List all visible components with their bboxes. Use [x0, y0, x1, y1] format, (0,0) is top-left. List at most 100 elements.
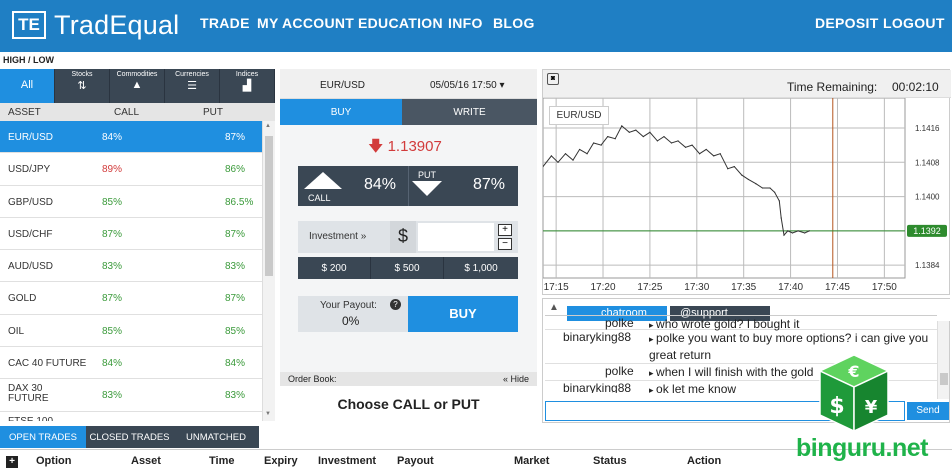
price-point	[684, 146, 687, 148]
price-chart[interactable]: 17:15 17:20 17:25 17:30 17:35 17:40 17:45 17:50…	[543, 98, 949, 295]
put-button[interactable]: PUT 87%	[408, 166, 518, 206]
triangle-up-icon	[304, 172, 342, 189]
scrollbar-thumb[interactable]	[265, 136, 273, 276]
y-tick-label: 1.1416	[915, 124, 940, 133]
column-investment: Investment	[318, 455, 377, 467]
asset-call-payout: 84%	[102, 132, 123, 143]
nav-blog[interactable]: BLOG	[493, 15, 535, 31]
column-asset: Asset	[131, 455, 161, 467]
buy-button[interactable]: BUY	[408, 296, 518, 332]
logo-mark: TE	[12, 11, 46, 39]
expand-icon[interactable]: +	[6, 456, 18, 468]
asset-row[interactable]: USD/JPY 89% 86%	[0, 153, 262, 186]
nav-info[interactable]: INFO	[448, 15, 483, 31]
asset-put-payout: 86%	[225, 164, 246, 176]
asset-category-tabs: All Stocks ⇅ Commodities ▲ Currencies ☰ …	[0, 69, 275, 103]
nav-trade[interactable]: TRADE	[200, 15, 250, 31]
asset-name: EUR/USD	[8, 132, 54, 143]
nav-education[interactable]: EDUCATION	[358, 15, 443, 31]
scroll-up-icon[interactable]: ▲	[265, 123, 271, 129]
increment-icon[interactable]: +	[498, 224, 512, 236]
preset-200-button[interactable]: $ 200	[298, 257, 371, 279]
chat-username[interactable]: binaryking88	[563, 381, 631, 393]
category-tab-commodities[interactable]: Commodities ▲	[110, 69, 165, 103]
price-point	[593, 142, 595, 144]
x-tick-label: 17:25	[637, 282, 662, 293]
asset-row[interactable]: DAX 30 FUTURE 83% 83%	[0, 379, 262, 412]
asset-row[interactable]: USD/CHF 87% 87%	[0, 217, 262, 251]
asset-put-payout: 84%	[225, 358, 246, 370]
tab-buy[interactable]: BUY	[280, 99, 402, 125]
arrow-down-icon: 🡇	[368, 138, 384, 155]
chat-username[interactable]: polke	[605, 316, 634, 330]
tab-closed-trades[interactable]: CLOSED TRADES	[86, 426, 173, 448]
asset-put-payout: 86.5%	[225, 196, 254, 208]
decrement-icon[interactable]: −	[498, 238, 512, 250]
investment-input[interactable]	[418, 223, 494, 251]
x-tick-label: 17:40	[778, 282, 803, 293]
price-point	[778, 200, 780, 202]
column-option: Option	[36, 455, 72, 467]
asset-row[interactable]: OIL 85% 85%	[0, 314, 262, 348]
chat-username[interactable]: polke	[605, 364, 634, 378]
tab-write[interactable]: WRITE	[402, 99, 537, 125]
price-point	[733, 165, 735, 168]
category-label: Currencies	[175, 71, 209, 78]
chat-scrollbar-thumb[interactable]	[940, 373, 948, 385]
asset-row[interactable]: CAC 40 FUTURE 84% 84%	[0, 347, 262, 380]
asset-name: DAX 30 FUTURE	[8, 383, 49, 405]
asset-row[interactable]: GBP/USD 85% 86.5%	[0, 185, 262, 218]
asset-row[interactable]: FTSE 100	[0, 411, 262, 421]
plot-area	[543, 98, 906, 279]
payout-label: Your Payout:	[320, 300, 377, 311]
nav-my-account[interactable]: MY ACCOUNT	[257, 15, 354, 31]
tab-open-trades[interactable]: OPEN TRADES	[0, 426, 86, 448]
payout-value: 0%	[342, 314, 360, 328]
y-tick-label: 1.1408	[915, 158, 940, 167]
top-navigation-bar: TE TradEqual TRADE MY ACCOUNT EDUCATION …	[0, 0, 952, 52]
nav-deposit[interactable]: DEPOSIT	[815, 15, 879, 31]
nav-logout[interactable]: LOGOUT	[883, 15, 945, 31]
hide-order-book-link[interactable]: « Hide	[503, 374, 529, 384]
asset-name: USD/JPY	[8, 164, 51, 176]
scroll-down-icon[interactable]: ▼	[265, 411, 271, 417]
asset-list-scrollbar[interactable]: ▲ ▼	[262, 121, 275, 421]
asset-row[interactable]: AUD/USD 83% 83%	[0, 250, 262, 283]
column-payout: Payout	[397, 455, 434, 467]
y-tick-label: 1.1400	[915, 193, 940, 202]
chat-username[interactable]: binaryking88	[563, 330, 631, 344]
collapse-chat-icon[interactable]: ▲	[549, 302, 559, 313]
time-remaining-label: Time Remaining:	[787, 80, 878, 94]
tab-unmatched[interactable]: UNMATCHED	[173, 426, 259, 448]
logo[interactable]: TE TradEqual	[12, 9, 179, 41]
asset-call-payout: 85%	[102, 325, 123, 337]
category-tab-currencies[interactable]: Currencies ☰	[165, 69, 220, 103]
price-point	[755, 183, 757, 185]
asset-row[interactable]: EUR/USD 84% 87%	[0, 121, 262, 154]
preset-500-button[interactable]: $ 500	[371, 257, 444, 279]
category-tab-indices[interactable]: Indices ▟	[220, 69, 275, 103]
column-call: CALL	[114, 107, 140, 118]
expiry-select[interactable]: 05/05/16 17:50 ▾	[430, 80, 505, 91]
asset-row[interactable]: GOLD 87% 87%	[0, 282, 262, 315]
payout-box: Your Payout: ? 0%	[298, 296, 408, 332]
camera-icon[interactable]: ◙	[547, 73, 559, 85]
call-button[interactable]: CALL 84%	[298, 166, 408, 206]
chat-text: ▸ when I will finish with the gold	[649, 364, 937, 381]
category-tab-all[interactable]: All	[0, 69, 55, 103]
category-tab-stocks[interactable]: Stocks ⇅	[55, 69, 110, 103]
preset-1000-button[interactable]: $ 1,000	[444, 257, 518, 279]
category-label: Commodities	[116, 71, 158, 78]
help-icon[interactable]: ?	[390, 299, 401, 310]
price-point	[642, 135, 644, 138]
price-point	[808, 230, 810, 232]
send-button[interactable]: Send	[907, 402, 949, 420]
price-point	[607, 135, 609, 138]
price-point	[557, 161, 559, 163]
price-point	[774, 191, 776, 193]
price-point	[797, 230, 799, 232]
price-point	[699, 153, 701, 155]
asset-name: GBP/USD	[8, 196, 54, 208]
price-point	[628, 131, 630, 133]
chat-scrollbar[interactable]	[937, 321, 949, 399]
